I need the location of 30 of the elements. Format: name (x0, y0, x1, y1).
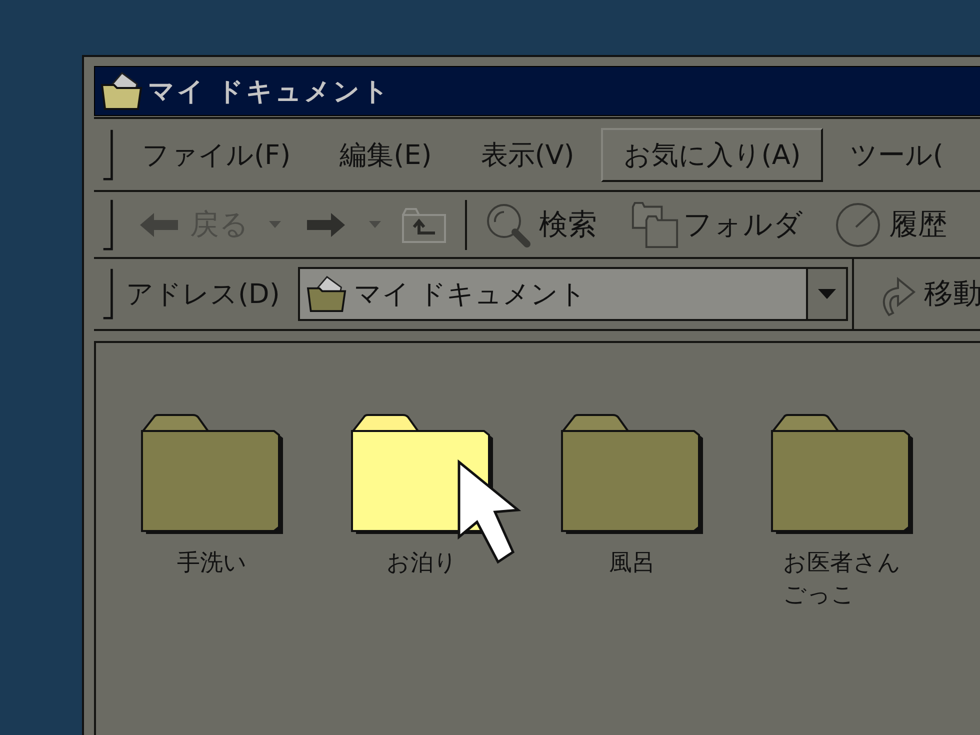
clock-icon (835, 202, 881, 248)
folder-document-icon (306, 275, 348, 313)
folder-label: 手洗い (177, 549, 247, 578)
folder-label: 風呂 (609, 549, 655, 578)
folder-label: お医者さんごっこ (783, 549, 901, 610)
grip-handle-icon[interactable] (102, 198, 114, 250)
address-label: アドレス(D) (126, 278, 280, 312)
menu-item[interactable]: 編集(E) (318, 128, 454, 182)
grip-handle-icon[interactable] (102, 268, 114, 320)
folders-button[interactable]: フォルダ (625, 196, 809, 252)
folder-label: お泊り (386, 549, 458, 578)
search-button[interactable]: 検索 (479, 198, 603, 252)
menu-item[interactable]: ツール( (828, 128, 946, 182)
history-button[interactable]: 履歴 (829, 198, 953, 252)
menu-item[interactable]: 表示(V) (458, 128, 596, 182)
address-field[interactable]: マイ ドキュメント (298, 267, 806, 321)
folder-document-icon (100, 71, 144, 111)
menu-item[interactable]: お気に入り(A) (601, 128, 823, 182)
mouse-pointer-icon (456, 459, 522, 565)
grip-handle-icon[interactable] (102, 128, 114, 180)
go-button[interactable]: 移動 (876, 269, 980, 319)
caret-icon (818, 289, 836, 299)
search-icon (485, 202, 531, 248)
dropdown-button[interactable] (806, 267, 848, 321)
menu-item[interactable]: ファイル(F) (120, 128, 313, 182)
window-title: マイ ドキュメント (148, 76, 392, 108)
arrow-right-icon (307, 212, 345, 236)
folders-icon (631, 200, 679, 248)
arrow-left-icon (140, 212, 178, 236)
folder-up-arrow-icon (401, 206, 447, 244)
